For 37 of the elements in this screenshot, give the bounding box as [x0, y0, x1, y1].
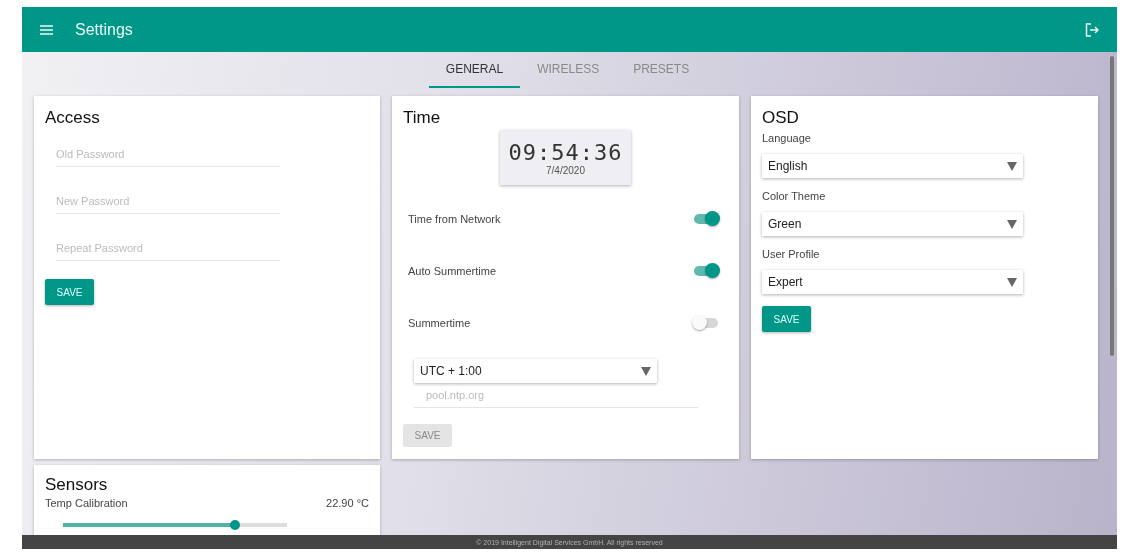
- menu-icon[interactable]: [40, 24, 53, 35]
- caret-icon: [1007, 277, 1017, 287]
- dropdown-select[interactable]: Expert: [762, 270, 1023, 294]
- save-button[interactable]: SAVE: [45, 279, 94, 305]
- switch-label: Summertime: [408, 317, 471, 330]
- clock-date: 7/4/2020: [546, 164, 585, 176]
- timezone-select[interactable]: UTC + 1:00: [414, 359, 657, 384]
- password-field[interactable]: Repeat Password: [56, 236, 280, 261]
- logout-icon[interactable]: [1085, 22, 1099, 37]
- field-label: User Profile: [762, 248, 821, 260]
- dropdown-select[interactable]: Green: [762, 212, 1023, 236]
- caret-icon: [641, 366, 651, 376]
- ntp-server-field[interactable]: pool.ntp.org: [414, 383, 698, 409]
- calibration-slider[interactable]: [63, 523, 287, 527]
- card-title: Sensors: [45, 475, 109, 495]
- toggle-switch[interactable]: [694, 318, 718, 329]
- caret-icon: [1007, 219, 1017, 229]
- card-title: Access: [45, 108, 101, 128]
- card-title: OSD: [762, 108, 800, 128]
- dropdown-select[interactable]: English: [762, 154, 1023, 178]
- app-title: Settings: [75, 20, 134, 39]
- toggle-switch[interactable]: [694, 214, 718, 225]
- switch-label: Auto Summertime: [408, 265, 497, 278]
- tab[interactable]: GENERAL: [428, 52, 521, 88]
- caret-icon: [1007, 161, 1017, 171]
- slider-thumb[interactable]: [230, 520, 241, 530]
- save-button[interactable]: SAVE: [762, 306, 811, 332]
- field-label: Color Theme: [762, 190, 827, 202]
- card-title: Time: [403, 108, 442, 128]
- password-field[interactable]: Old Password: [56, 142, 280, 167]
- toggle-switch[interactable]: [694, 266, 718, 277]
- switch-label: Time from Network: [408, 213, 501, 226]
- sensor-reading: 22.90 °C: [326, 497, 369, 509]
- password-field[interactable]: New Password: [56, 189, 280, 214]
- sensor-label: Temp Calibration: [45, 497, 128, 509]
- clock-time: 09:54:36: [508, 139, 623, 165]
- field-label: Language: [762, 132, 812, 144]
